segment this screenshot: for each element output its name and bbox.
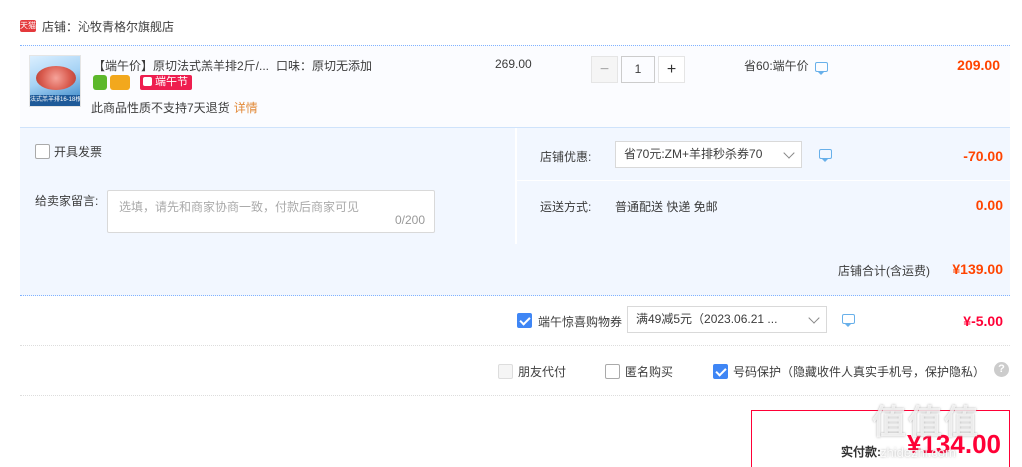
anonymous-purchase-option[interactable]: 匿名购买 [605, 363, 673, 380]
quantity-input[interactable]: 1 [621, 56, 655, 83]
site-watermark-url: zhidezhi.com [880, 445, 956, 460]
seller-message-input[interactable]: 选填，请先和商家协商一致，付款后商家可见 0/200 [107, 190, 435, 233]
shop-options-panel: 店铺优惠: 省70元:ZM+羊排秒杀券70 -70.00 运送方式: 普通配送 … [517, 128, 1010, 245]
shop-subtotal-label: 店铺合计(含运费) [838, 264, 930, 278]
festival-tag-icon [143, 77, 152, 86]
chat-bubble-icon[interactable] [842, 314, 855, 327]
invoice-label: 开具发票 [54, 145, 103, 159]
platform-coupon-selected: 满49减5元（2023.06.21 ... [636, 312, 778, 326]
item-final-price: 209.00 [957, 57, 1000, 73]
product-row: 法式羔羊排16-18根 【端午价】原切法式羔羊排2斤/... 口味：原切无添加 … [20, 45, 1010, 127]
site-watermark: 值值值 [872, 404, 980, 442]
platform-coupon-label: 端午惊喜购物券 [538, 315, 623, 329]
chat-bubble-icon[interactable] [814, 62, 828, 75]
chat-bubble-icon[interactable] [819, 149, 832, 162]
shop-header: 天猫 店铺：沁牧青格尔旗舰店 [20, 16, 174, 36]
increase-quantity-button[interactable]: + [658, 56, 685, 83]
shop-subtotal-amount: ¥139.00 [952, 261, 1003, 277]
chevron-down-icon [808, 312, 820, 324]
friend-pay-label: 朋友代付 [518, 365, 567, 379]
number-protection-label: 号码保护（隐藏收件人真实手机号，保护隐私） [733, 365, 986, 379]
discount-note: 省60:端午价 [744, 57, 828, 75]
decrease-quantity-button[interactable]: − [591, 56, 618, 83]
product-flavor: 口味：原切无添加 [276, 59, 373, 73]
number-protection-checkbox[interactable] [713, 364, 728, 379]
friend-pay-checkbox[interactable] [498, 364, 513, 379]
order-options: 开具发票 给卖家留言: 选填，请先和商家协商一致，付款后商家可见 0/200 店… [20, 127, 1010, 245]
anonymous-purchase-checkbox[interactable] [605, 364, 620, 379]
platform-coupon-select[interactable]: 满49减5元（2023.06.21 ... [627, 306, 827, 333]
product-title-link[interactable]: 【端午价】原切法式羔羊排2斤/... [93, 57, 269, 74]
shop-coupon-amount: -70.00 [963, 148, 1003, 164]
product-thumbnail[interactable]: 法式羔羊排16-18根 [29, 55, 81, 107]
shipping-method: 普通配送 快递 免邮 [615, 200, 718, 214]
platform-coupon-row: 端午惊喜购物券 满49减5元（2023.06.21 ... ¥-5.00 [20, 296, 1010, 346]
card-payment-icon [110, 75, 130, 90]
shop-coupon-selected: 省70元:ZM+羊排秒杀券70 [624, 147, 763, 161]
festival-tag: 端午节 [140, 75, 192, 90]
shop-coupon-label: 店铺优惠: [540, 150, 592, 164]
tmall-icon: 天猫 [20, 20, 36, 32]
purchase-options-row: 朋友代付 匿名购买 号码保护（隐藏收件人真实手机号，保护隐私） ? [20, 346, 1010, 396]
thumb-caption: 法式羔羊排16-18根 [30, 95, 80, 106]
seller-message-label: 给卖家留言: [35, 194, 99, 208]
lamb-chop-image [36, 66, 76, 90]
platform-coupon-amount: ¥-5.00 [963, 313, 1003, 329]
product-tags: 端午节 [93, 75, 192, 90]
return-policy-text: 此商品性质不支持7天退货 [91, 101, 230, 115]
return-detail-link[interactable]: 详情 [234, 101, 258, 115]
buyer-options-panel: 开具发票 给卖家留言: 选填，请先和商家协商一致，付款后商家可见 0/200 [20, 128, 515, 245]
payment-label: 实付款: [841, 445, 881, 459]
divider [517, 180, 1010, 181]
discount-note-text: 省60:端午价 [744, 59, 809, 73]
shop-name-link[interactable]: 店铺：沁牧青格尔旗舰店 [42, 18, 174, 35]
shipping-label: 运送方式: [540, 200, 592, 214]
friend-pay-option[interactable]: 朋友代付 [498, 363, 566, 380]
platform-coupon-checkbox[interactable] [517, 313, 532, 328]
festival-tag-label: 端午节 [155, 76, 188, 88]
shipping-amount: 0.00 [975, 197, 1003, 213]
invoice-checkbox[interactable] [35, 144, 50, 159]
number-protection-option[interactable]: 号码保护（隐藏收件人真实手机号，保护隐私） [713, 363, 985, 380]
help-icon[interactable]: ? [994, 362, 1009, 377]
seller-message-placeholder: 选填，请先和商家协商一致，付款后商家可见 [119, 200, 360, 214]
anonymous-purchase-label: 匿名购买 [625, 365, 674, 379]
unit-price: 269.00 [495, 57, 532, 71]
shop-coupon-select[interactable]: 省70元:ZM+羊排秒杀券70 [615, 141, 802, 168]
invoice-option[interactable]: 开具发票 [35, 143, 102, 160]
seller-message-counter: 0/200 [394, 213, 425, 227]
return-policy-note: 此商品性质不支持7天退货 详情 [91, 99, 258, 116]
service-badge-icon [93, 75, 107, 90]
chevron-down-icon [783, 147, 795, 159]
shop-subtotal: 店铺合计(含运费) ¥139.00 [20, 244, 1010, 296]
quantity-stepper: − 1 + [591, 56, 685, 83]
